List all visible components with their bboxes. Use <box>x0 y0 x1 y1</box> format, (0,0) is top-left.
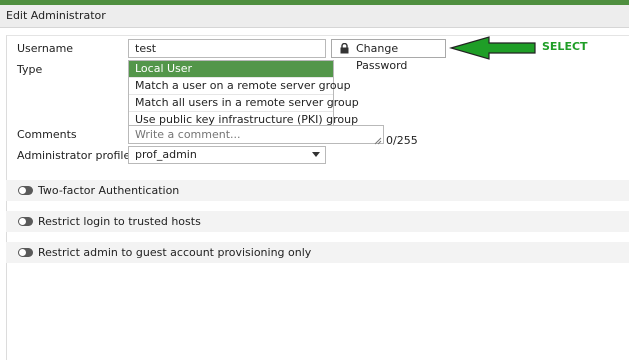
type-options-list: Local User Match a user on a remote serv… <box>128 60 359 129</box>
select-annotation: SELECT <box>542 40 588 53</box>
chevron-down-icon <box>312 152 320 157</box>
guest-provisioning-toggle[interactable] <box>18 248 33 257</box>
left-arrow-icon <box>449 36 536 60</box>
change-password-label: Change Password <box>356 42 408 72</box>
comments-label: Comments <box>17 128 77 141</box>
admin-profile-label: Administrator profile <box>17 149 131 162</box>
username-label: Username <box>17 42 74 55</box>
username-field[interactable]: test <box>128 39 326 58</box>
change-password-button[interactable]: Change Password <box>331 39 446 72</box>
guest-provisioning-section: Restrict admin to guest account provisio… <box>6 242 629 263</box>
comments-counter: 0/255 <box>386 134 418 147</box>
type-label: Type <box>17 63 43 76</box>
guest-provisioning-label: Restrict admin to guest account provisio… <box>38 246 312 259</box>
two-factor-section: Two-factor Authentication <box>6 180 629 201</box>
admin-profile-value: prof_admin <box>135 148 197 161</box>
comments-field[interactable] <box>128 125 384 144</box>
resize-handle-icon[interactable] <box>374 137 382 145</box>
trusted-hosts-section: Restrict login to trusted hosts <box>6 211 629 232</box>
window-title: Edit Administrator <box>6 9 106 22</box>
lock-icon <box>340 43 349 54</box>
type-option-local-user[interactable]: Local User <box>129 61 333 78</box>
admin-profile-select[interactable]: prof_admin <box>128 146 326 164</box>
type-option-match-all-remote[interactable]: Match all users in a remote server group <box>129 95 359 112</box>
two-factor-label: Two-factor Authentication <box>38 184 180 197</box>
type-option-match-user-remote[interactable]: Match a user on a remote server group <box>129 78 351 95</box>
window-title-bar: Edit Administrator <box>0 5 629 28</box>
trusted-hosts-toggle[interactable] <box>18 217 33 226</box>
trusted-hosts-label: Restrict login to trusted hosts <box>38 215 201 228</box>
two-factor-toggle[interactable] <box>18 186 33 195</box>
